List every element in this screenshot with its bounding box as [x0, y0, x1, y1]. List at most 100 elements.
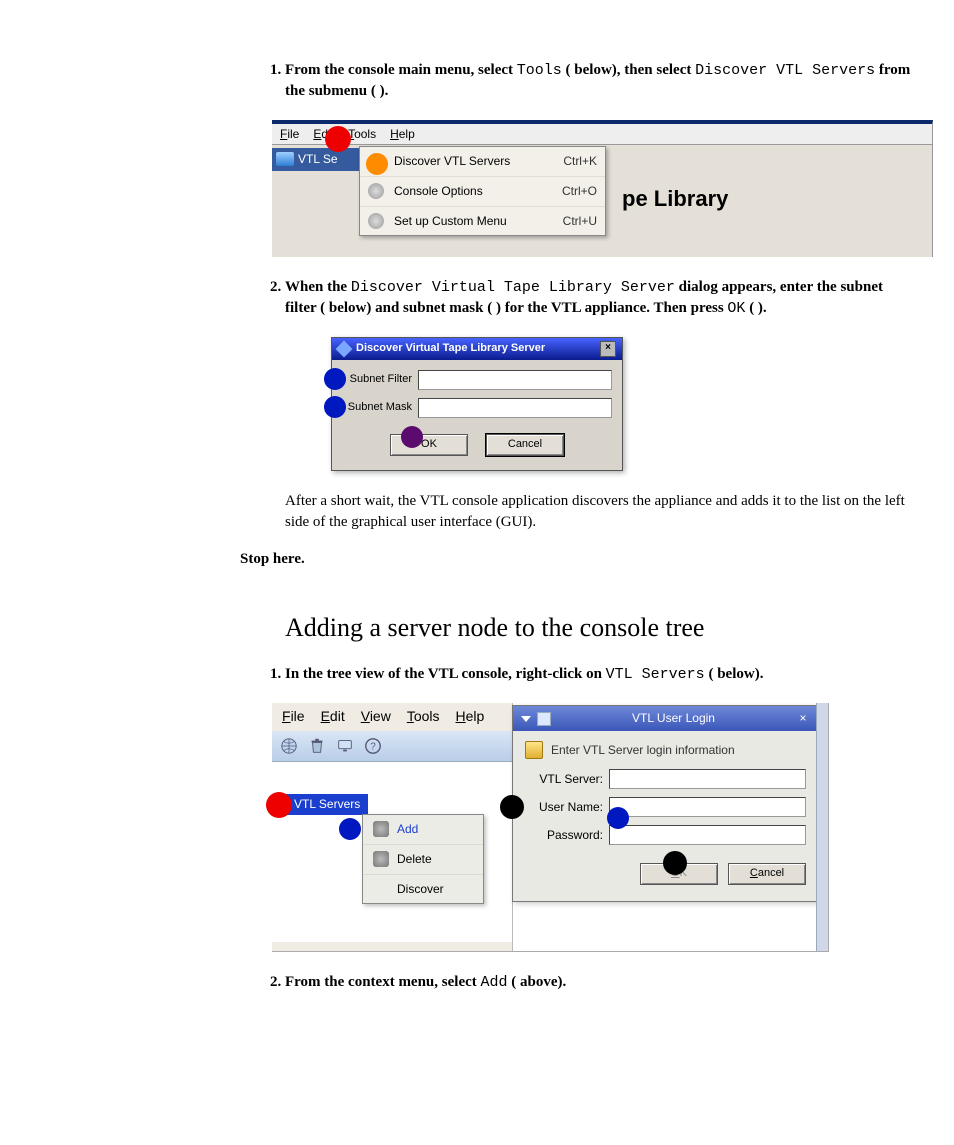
callout-black-icon — [663, 851, 687, 875]
callout-orange-icon — [366, 153, 388, 175]
ctx-add-label: Add — [397, 821, 418, 838]
tree-vtl-servers[interactable]: VTL Servers — [286, 794, 368, 815]
step1-mid: ( below), then select — [562, 62, 695, 78]
step-2: When the Discover Virtual Tape Library S… — [285, 277, 914, 319]
menu-row2-shortcut: Ctrl+O — [562, 183, 597, 200]
tree-vtl-servers[interactable]: VTL Se — [272, 148, 362, 171]
monitor-icon[interactable] — [334, 735, 356, 757]
menu-console-options[interactable]: Console Options Ctrl+O — [360, 177, 605, 207]
add-icon — [373, 821, 389, 837]
step2-ok: OK — [727, 300, 745, 317]
custom-icon — [368, 213, 384, 229]
step4-lead: From the context menu, select — [285, 974, 481, 990]
menu-file[interactable]: FFileile — [280, 126, 299, 143]
callout-blue-icon — [324, 396, 346, 418]
username-input[interactable] — [609, 797, 806, 817]
vtl-icon — [276, 152, 294, 166]
step1-tools: Tools — [517, 62, 562, 79]
login-title: VTL User Login — [557, 710, 790, 727]
callout-blue-icon — [324, 368, 346, 390]
menu-help[interactable]: Help — [390, 126, 415, 143]
tools-dropdown: Discover VTL Servers Ctrl+K Console Opti… — [359, 146, 606, 236]
step4-tail: ( above). — [508, 974, 567, 990]
dialog-titlebar: Discover Virtual Tape Library Server × — [332, 338, 622, 360]
tree-label: VTL Servers — [294, 796, 360, 813]
dropdown-icon[interactable] — [521, 716, 531, 722]
context-menu: Add Delete Discover — [362, 814, 484, 904]
login-prompt-text: Enter VTL Server login information — [551, 742, 735, 759]
menubar: FFileile Edit Tools Help — [272, 124, 932, 145]
svg-text:?: ? — [370, 742, 376, 753]
menu-file[interactable]: File — [282, 707, 305, 727]
username-row: User Name: — [525, 797, 806, 817]
close-icon[interactable]: × — [796, 712, 810, 726]
menu-tools[interactable]: Tools — [348, 126, 376, 143]
menu-row3-label: Set up Custom Menu — [394, 213, 507, 230]
after-discover-para: After a short wait, the VTL console appl… — [285, 491, 914, 533]
dialog-title: Discover Virtual Tape Library Server — [356, 341, 545, 356]
close-icon[interactable]: × — [600, 341, 616, 357]
ctx-delete-label: Delete — [397, 851, 432, 868]
vtl-server-input[interactable] — [609, 769, 806, 789]
toolbar: ? — [272, 731, 512, 761]
callout-red-icon — [325, 126, 351, 152]
scrollbar[interactable] — [816, 703, 828, 951]
figure-tools-menu: FFileile Edit Tools Help VTL Se Discover… — [272, 120, 933, 257]
left-pane: File Edit View Tools Help ? VTL Servers — [272, 703, 513, 951]
trash-icon[interactable] — [306, 735, 328, 757]
background-text: pe Library — [622, 184, 728, 215]
globe-icon[interactable] — [278, 735, 300, 757]
tree-area: VTL Servers Add Delete Discover — [272, 761, 512, 942]
cancel-button[interactable]: Cancel — [486, 434, 564, 456]
options-icon — [368, 183, 384, 199]
step2-lead: When the — [285, 279, 351, 295]
section-adding-server-node: Adding a server node to the console tree — [285, 610, 914, 646]
server-icon — [525, 741, 543, 759]
step-4: From the context menu, select Add ( abov… — [285, 972, 914, 993]
menu-discover-vtl-servers[interactable]: Discover VTL Servers Ctrl+K — [360, 147, 605, 177]
discover-dialog: Discover Virtual Tape Library Server × S… — [331, 337, 623, 471]
step1-discover: Discover VTL Servers — [695, 62, 875, 79]
vtl-user-login-dialog: VTL User Login × Enter VTL Server login … — [512, 705, 819, 902]
window-icon — [537, 712, 551, 726]
login-prompt: Enter VTL Server login information — [525, 741, 806, 759]
subnet-filter-input[interactable] — [418, 370, 612, 390]
step-3: In the tree view of the VTL console, rig… — [285, 664, 914, 685]
callout-red-icon — [266, 792, 292, 818]
cancel-button[interactable]: Cancel — [728, 863, 806, 885]
password-input[interactable] — [609, 825, 806, 845]
subnet-mask-row: Subnet Mask — [342, 398, 612, 418]
subnet-mask-label: Subnet Mask — [342, 400, 412, 415]
step3-target: VTL Servers — [606, 666, 705, 683]
ctx-delete[interactable]: Delete — [363, 845, 483, 875]
menubar: File Edit View Tools Help — [272, 703, 512, 731]
password-row: Password: — [525, 825, 806, 845]
menu-help[interactable]: Help — [456, 707, 485, 727]
ctx-discover-label: Discover — [397, 881, 444, 898]
menu-tools[interactable]: Tools — [407, 707, 440, 727]
menu-view[interactable]: View — [361, 707, 391, 727]
menu-row3-shortcut: Ctrl+U — [563, 213, 597, 230]
subnet-filter-row: Subnet Filter — [342, 370, 612, 390]
step2-tail: ( ). — [745, 300, 766, 316]
password-label: Password: — [525, 827, 603, 844]
step-1: From the console main menu, select Tools… — [285, 60, 914, 102]
subnet-mask-input[interactable] — [418, 398, 612, 418]
vtl-server-label: VTL Server: — [525, 771, 603, 788]
stop-here: Stop here. — [240, 549, 914, 570]
callout-purple-icon — [401, 426, 423, 448]
menu-row2-label: Console Options — [394, 183, 483, 200]
dialog-icon — [336, 341, 353, 358]
menu-setup-custom-menu[interactable]: Set up Custom Menu Ctrl+U — [360, 207, 605, 236]
help-icon[interactable]: ? — [362, 735, 384, 757]
delete-icon — [373, 851, 389, 867]
ctx-discover[interactable]: Discover — [363, 875, 483, 904]
ctx-add[interactable]: Add — [363, 815, 483, 845]
step1-text: From the console main menu, select — [285, 62, 517, 78]
step4-add: Add — [481, 974, 508, 991]
login-titlebar: VTL User Login × — [513, 706, 818, 731]
menu-edit[interactable]: Edit — [321, 707, 345, 727]
vtl-server-row: VTL Server: — [525, 769, 806, 789]
menu-row1-label: Discover VTL Servers — [394, 153, 510, 170]
figure-tree-login: File Edit View Tools Help ? VTL Servers — [272, 703, 829, 952]
